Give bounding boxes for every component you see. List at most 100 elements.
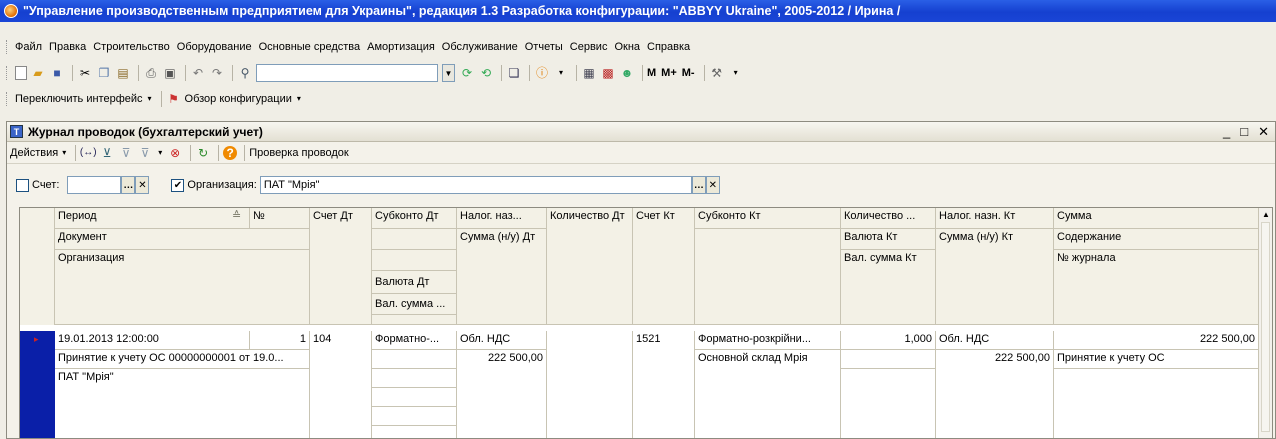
- chevron-down-icon[interactable]: ▾: [553, 65, 569, 81]
- menu-item-windows[interactable]: Окна: [614, 41, 640, 53]
- minimize-icon[interactable]: _: [1223, 124, 1230, 140]
- memory-button[interactable]: M: [647, 67, 656, 79]
- scroll-thumb[interactable]: [1261, 222, 1270, 432]
- cell-subconto-dt[interactable]: Форматно-...: [372, 331, 457, 350]
- cell-sum-tax-kt[interactable]: 222 500,00: [936, 350, 1054, 438]
- organization-clear-button[interactable]: ✕: [705, 176, 720, 194]
- cell-qty-dt[interactable]: [547, 331, 633, 438]
- refresh-icon[interactable]: ↻: [195, 145, 211, 161]
- chevron-down-icon[interactable]: ▾: [728, 65, 744, 81]
- header-sum-tax-dt[interactable]: Сумма (н/у) Дт: [457, 229, 547, 325]
- selected-row-marker[interactable]: ▸: [20, 331, 55, 438]
- help-icon[interactable]: ?: [223, 145, 238, 160]
- cut-icon[interactable]: ✂: [77, 65, 93, 81]
- header-subconto-dt[interactable]: Субконто Дт: [372, 208, 457, 229]
- header-currency-dt[interactable]: Валюта Дт: [372, 271, 457, 294]
- calculator-icon[interactable]: ▦: [581, 65, 597, 81]
- paste-icon[interactable]: ▤: [115, 65, 131, 81]
- header-document[interactable]: Документ: [55, 229, 310, 250]
- vertical-scrollbar[interactable]: ▲: [1258, 208, 1272, 438]
- header-period[interactable]: Период ≙: [55, 208, 250, 229]
- tools-icon[interactable]: ⚒: [709, 65, 725, 81]
- close-icon[interactable]: ✕: [1258, 124, 1269, 140]
- memory-plus-button[interactable]: M+: [661, 67, 677, 79]
- find-next-icon[interactable]: ⟳: [459, 65, 475, 81]
- header-tax-kt[interactable]: Налог. назн. Кт: [936, 208, 1054, 229]
- menu-item-edit[interactable]: Правка: [49, 41, 86, 53]
- menu-item-help[interactable]: Справка: [647, 41, 690, 53]
- search-icon[interactable]: ⚲: [237, 65, 253, 81]
- cell-account-kt[interactable]: 1521: [633, 331, 695, 438]
- users-icon[interactable]: ☻: [619, 65, 635, 81]
- cell-qty-kt[interactable]: 1,000: [841, 331, 936, 350]
- cell-subconto-dt-6[interactable]: [372, 426, 457, 438]
- cell-currency-dt[interactable]: [372, 388, 457, 407]
- organization-select-button[interactable]: …: [691, 176, 706, 194]
- info-icon[interactable]: ⓘ: [534, 65, 550, 81]
- header-sum-tax-kt[interactable]: Сумма (н/у) Кт: [936, 229, 1054, 325]
- filter-dropdown-icon[interactable]: ⊽: [137, 145, 153, 161]
- header-sum[interactable]: Сумма: [1054, 208, 1259, 229]
- cell-cur-sum-kt[interactable]: [841, 369, 936, 438]
- calendar-icon[interactable]: ▩: [600, 65, 616, 81]
- chevron-down-icon[interactable]: ▾: [146, 91, 154, 107]
- save-icon[interactable]: ■: [49, 65, 65, 81]
- search-input[interactable]: [256, 64, 438, 82]
- maximize-icon[interactable]: □: [1240, 124, 1248, 140]
- menu-item-equipment[interactable]: Оборудование: [177, 41, 252, 53]
- cell-period[interactable]: 19.01.2013 12:00:00: [55, 331, 250, 350]
- print-preview-icon[interactable]: ▣: [162, 65, 178, 81]
- chevron-down-icon[interactable]: ▾: [156, 145, 164, 161]
- menu-item-service[interactable]: Сервис: [570, 41, 608, 53]
- range-icon[interactable]: (↔): [80, 145, 97, 161]
- cell-tax-kt[interactable]: Обл. НДС: [936, 331, 1054, 350]
- cell-subconto-kt-2[interactable]: Основной склад Мрія: [695, 350, 841, 438]
- header-subconto-kt[interactable]: Субконто Кт: [695, 208, 841, 229]
- header-currency-kt[interactable]: Валюта Кт: [841, 229, 936, 250]
- open-folder-icon[interactable]: ▰: [30, 65, 46, 81]
- memory-minus-button[interactable]: M-: [682, 67, 695, 79]
- switch-interface-button[interactable]: Переключить интерфейс: [15, 93, 143, 105]
- header-qty-kt[interactable]: Количество ...: [841, 208, 936, 229]
- filter-icon[interactable]: ⊻: [99, 145, 115, 161]
- organization-filter-checkbox[interactable]: ✔: [171, 178, 185, 192]
- menu-item-construction[interactable]: Строительство: [93, 41, 170, 53]
- cell-organization[interactable]: ПАТ "Мрія": [55, 369, 310, 438]
- cell-subconto-kt[interactable]: Форматно-розкрійни...: [695, 331, 841, 350]
- new-document-icon[interactable]: [15, 66, 27, 80]
- cell-journal-no[interactable]: [1054, 369, 1259, 438]
- scroll-up-icon[interactable]: ▲: [1262, 210, 1270, 219]
- cell-tax-dt[interactable]: Обл. НДС: [457, 331, 547, 350]
- clear-filter-icon[interactable]: ⊗: [167, 145, 183, 161]
- chevron-down-icon[interactable]: ▾: [60, 145, 68, 161]
- app-title-bar[interactable]: "Управление производственным предприятие…: [0, 0, 1276, 22]
- copy-icon[interactable]: ❐: [96, 65, 112, 81]
- header-account-kt[interactable]: Счет Кт: [633, 208, 695, 325]
- organization-filter-field[interactable]: ПАТ "Мрія": [259, 176, 692, 194]
- header-organization[interactable]: Организация: [55, 250, 310, 325]
- journal-title-bar[interactable]: T Журнал проводок (бухгалтерский учет) _…: [7, 122, 1275, 142]
- cell-account-dt[interactable]: 104: [310, 331, 372, 438]
- account-select-button[interactable]: …: [121, 176, 136, 194]
- cell-num[interactable]: 1: [250, 331, 310, 350]
- cell-subconto-dt-2[interactable]: [372, 350, 457, 369]
- cell-sum-tax-dt[interactable]: 222 500,00: [457, 350, 547, 438]
- header-num[interactable]: №: [250, 208, 310, 229]
- entries-table[interactable]: Период ≙ № Документ Организация Счет Дт …: [19, 207, 1273, 439]
- cell-sum[interactable]: 222 500,00: [1054, 331, 1259, 350]
- search-dropdown-button[interactable]: ▼: [442, 64, 455, 82]
- actions-menu-button[interactable]: Действия: [10, 147, 58, 159]
- filter-list-icon[interactable]: ⊽: [118, 145, 134, 161]
- cell-subconto-dt-3[interactable]: [372, 369, 457, 388]
- header-cur-sum-kt[interactable]: Вал. сумма Кт: [841, 250, 936, 325]
- menu-item-reports[interactable]: Отчеты: [525, 41, 563, 53]
- undo-icon[interactable]: ↶: [190, 65, 206, 81]
- redo-icon[interactable]: ↷: [209, 65, 225, 81]
- header-account-dt[interactable]: Счет Дт: [310, 208, 372, 325]
- header-tax-dt[interactable]: Налог. наз...: [457, 208, 547, 229]
- find-prev-icon[interactable]: ⟲: [478, 65, 494, 81]
- configuration-overview-icon[interactable]: ⚑: [166, 91, 182, 107]
- account-clear-button[interactable]: ✕: [135, 176, 150, 194]
- cell-content[interactable]: Принятие к учету ОС: [1054, 350, 1259, 369]
- header-content[interactable]: Содержание: [1054, 229, 1259, 250]
